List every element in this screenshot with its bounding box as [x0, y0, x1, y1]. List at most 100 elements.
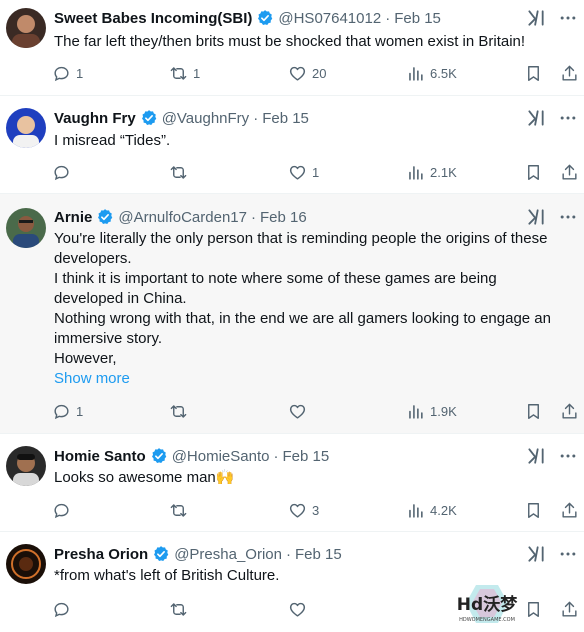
post-date[interactable]: Feb 15: [262, 110, 309, 127]
avatar[interactable]: [6, 544, 46, 584]
views-icon: [409, 66, 423, 81]
watermark-text: Hd沃梦: [457, 594, 518, 615]
bookmark-button[interactable]: [524, 161, 543, 183]
like-button[interactable]: 1: [288, 161, 319, 183]
display-name[interactable]: Sweet Babes Incoming(SBI): [54, 10, 252, 27]
reply-count: 1: [76, 65, 84, 81]
grok-icon[interactable]: [526, 207, 546, 227]
like-button[interactable]: [288, 598, 312, 620]
repost-button[interactable]: [169, 400, 193, 422]
repost-button[interactable]: [169, 161, 193, 183]
bookmark-icon: [528, 601, 539, 617]
repost-button[interactable]: [169, 598, 193, 620]
share-button[interactable]: [560, 161, 579, 183]
watermark-logo: Hd沃梦 HDWOMENGAME.COM: [448, 583, 526, 629]
like-count: 3: [312, 502, 320, 518]
bookmark-button[interactable]: [524, 598, 543, 620]
like-count: 20: [312, 65, 327, 81]
grok-icon[interactable]: [526, 8, 546, 28]
like-button[interactable]: 20: [288, 62, 326, 84]
tweet-line: You're literally the only person that is…: [54, 230, 548, 247]
repost-icon: [170, 602, 187, 616]
like-button[interactable]: [288, 400, 312, 422]
more-icon[interactable]: [558, 8, 578, 28]
tweet-card[interactable]: Sweet Babes Incoming(SBI) @HS07641012 · …: [0, 0, 584, 96]
watermark-subtext: HDWOMENGAME.COM: [459, 617, 515, 623]
bookmark-icon: [528, 65, 539, 81]
post-date[interactable]: Feb 15: [282, 448, 329, 465]
bookmark-button[interactable]: [524, 400, 543, 422]
like-icon: [289, 66, 306, 81]
avatar[interactable]: [6, 446, 46, 486]
bookmark-icon: [528, 502, 539, 518]
show-more-link[interactable]: Show more: [54, 369, 572, 389]
avatar[interactable]: [6, 108, 46, 148]
username-handle[interactable]: @HomieSanto: [172, 448, 270, 465]
bookmark-button[interactable]: [524, 499, 543, 521]
reply-button[interactable]: [52, 161, 76, 183]
username-handle[interactable]: @HS07641012: [278, 10, 381, 27]
tweet-card[interactable]: Homie Santo @HomieSanto · Feb 15 Looks s…: [0, 434, 584, 532]
views-button[interactable]: 4.2K: [406, 499, 457, 521]
avatar[interactable]: [6, 208, 46, 248]
post-date[interactable]: Feb 16: [260, 209, 307, 226]
reply-count: 1: [76, 403, 84, 419]
reply-icon: [54, 503, 69, 518]
bookmark-icon: [528, 403, 539, 419]
reply-button[interactable]: [52, 598, 76, 620]
display-name[interactable]: Homie Santo: [54, 448, 146, 465]
more-icon[interactable]: [558, 207, 578, 227]
tweet-line: The far left they/then brits must be sho…: [54, 33, 526, 50]
tweet-text: The far left they/then brits must be sho…: [54, 32, 572, 52]
reply-button[interactable]: [52, 499, 76, 521]
repost-icon: [170, 165, 187, 179]
share-button[interactable]: [560, 400, 579, 422]
verified-badge-icon: [141, 110, 156, 126]
display-name[interactable]: Arnie: [54, 209, 92, 226]
bookmark-button[interactable]: [524, 62, 543, 84]
reply-button[interactable]: 1: [52, 62, 83, 84]
repost-button[interactable]: [169, 499, 193, 521]
views-button[interactable]: 1.9K: [406, 400, 457, 422]
username-handle[interactable]: @VaughnFry: [162, 110, 250, 127]
share-button[interactable]: [560, 598, 579, 620]
username-handle[interactable]: @ArnulfoCarden17: [118, 209, 247, 226]
repost-icon: [170, 404, 187, 418]
views-button[interactable]: 6.5K: [406, 62, 457, 84]
repost-button[interactable]: 1: [169, 62, 200, 84]
share-button[interactable]: [560, 499, 579, 521]
tweet-line: immersive story.: [54, 330, 163, 347]
bookmark-icon: [528, 164, 539, 180]
username-handle[interactable]: @Presha_Orion: [174, 546, 282, 563]
post-date[interactable]: Feb 15: [394, 10, 441, 27]
avatar[interactable]: [6, 8, 46, 48]
like-icon: [289, 404, 306, 419]
tweet-line: Looks so awesome man🙌: [54, 469, 235, 486]
tweet-card[interactable]: Vaughn Fry @VaughnFry · Feb 15 I misread…: [0, 96, 584, 194]
views-button[interactable]: 2.1K: [406, 161, 457, 183]
more-icon[interactable]: [558, 544, 578, 564]
share-icon: [562, 502, 577, 518]
grok-icon[interactable]: [526, 544, 546, 564]
tweet-text: Looks so awesome man🙌: [54, 468, 572, 488]
display-name[interactable]: Presha Orion: [54, 546, 148, 563]
views-count: 6.5K: [430, 65, 457, 81]
share-icon: [562, 164, 577, 180]
repost-icon: [170, 503, 187, 517]
share-icon: [562, 65, 577, 81]
grok-icon[interactable]: [526, 446, 546, 466]
reply-icon: [54, 66, 69, 81]
like-button[interactable]: 3: [288, 499, 319, 521]
tweet-card[interactable]: Arnie @ArnulfoCarden17 · Feb 16 You're l…: [0, 194, 584, 434]
tweet-text: I misread “Tides”.: [54, 131, 572, 151]
reply-button[interactable]: 1: [52, 400, 83, 422]
post-date[interactable]: Feb 15: [295, 546, 342, 563]
more-icon[interactable]: [558, 108, 578, 128]
more-icon[interactable]: [558, 446, 578, 466]
share-button[interactable]: [560, 62, 579, 84]
reply-icon: [54, 404, 69, 419]
separator-dot: ·: [250, 208, 256, 226]
display-name[interactable]: Vaughn Fry: [54, 110, 136, 127]
tweet-line: I think it is important to note where so…: [54, 270, 497, 287]
grok-icon[interactable]: [526, 108, 546, 128]
